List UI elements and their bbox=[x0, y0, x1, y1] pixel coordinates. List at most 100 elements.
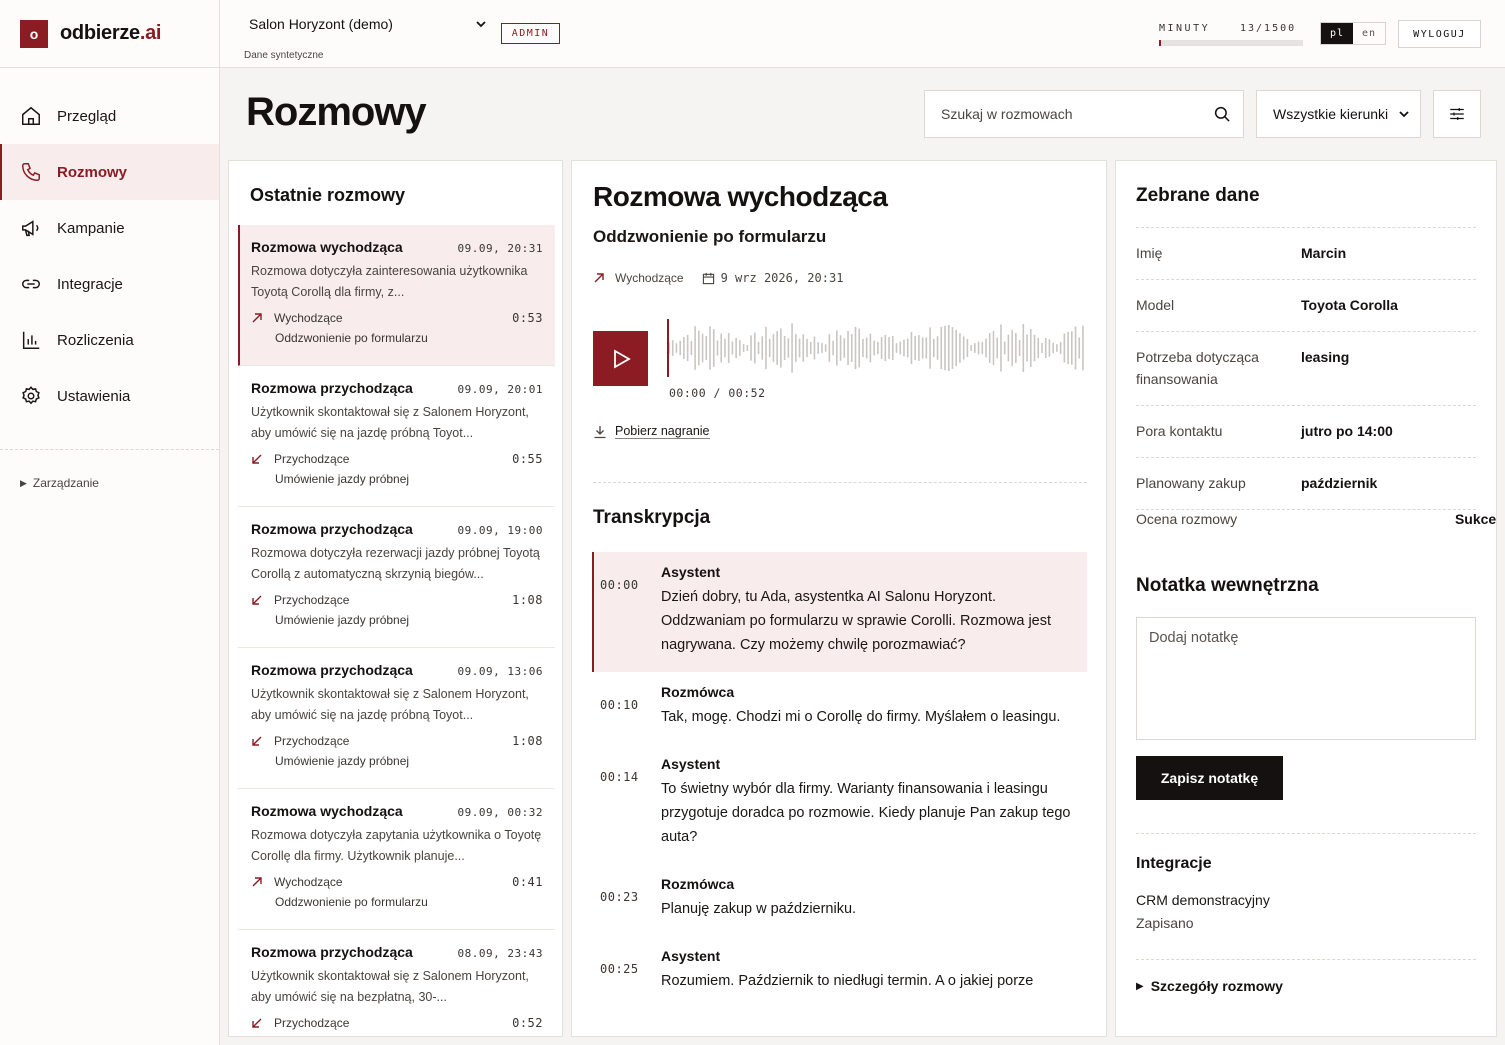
save-note-button[interactable]: Zapisz notatkę bbox=[1136, 756, 1283, 800]
gear-icon bbox=[22, 386, 40, 405]
call-duration: 0:55 bbox=[512, 452, 543, 466]
language-switch: pl en bbox=[1320, 22, 1386, 45]
direction-filter-value: Wszystkie kierunki bbox=[1273, 106, 1389, 122]
direction-filter-select[interactable]: Wszystkie kierunki bbox=[1256, 90, 1421, 138]
audio-waveform[interactable] bbox=[667, 319, 1085, 377]
lang-en-button[interactable]: en bbox=[1353, 23, 1385, 44]
sidebar-item-calls[interactable]: Rozmowy bbox=[0, 144, 219, 200]
message-speaker: Asystent bbox=[661, 948, 721, 964]
incoming-arrow-icon bbox=[252, 454, 262, 464]
call-campaign: Umówienie jazdy próbnej bbox=[275, 754, 410, 768]
bar-chart-icon bbox=[22, 331, 40, 349]
megaphone-icon bbox=[22, 220, 39, 237]
transcript-message[interactable]: 00:00 Asystent Dzień dobry, tu Ada, asyst… bbox=[592, 552, 1087, 672]
lang-pl-button[interactable]: pl bbox=[1321, 23, 1353, 44]
salon-select[interactable]: Salon Horyzont (demo) bbox=[249, 16, 487, 32]
logout-button[interactable]: WYLOGUJ bbox=[1398, 20, 1481, 48]
recent-calls-panel: Ostatnie rozmowy Rozmowa wychodząca 09.09… bbox=[228, 160, 563, 1037]
field-label: Imię bbox=[1136, 245, 1163, 261]
call-duration: 0:41 bbox=[512, 875, 543, 889]
logo[interactable]: o odbierze.ai bbox=[0, 0, 219, 68]
divider bbox=[593, 482, 1087, 483]
collected-data-panel: Zebrane dane Imię Marcin Model Toyota Coro… bbox=[1115, 160, 1497, 1037]
call-detail-title: Rozmowa wychodząca bbox=[593, 181, 888, 212]
call-summary: Rozmowa dotyczyła zainteresowania użytko… bbox=[251, 264, 528, 299]
call-summary: Rozmowa dotyczyła zapytania użytkownika … bbox=[251, 828, 542, 863]
message-text: Tak, mogę. Chodzi mi o Corollę do firmy.… bbox=[661, 709, 1061, 725]
call-date: 09.09, 00:32 bbox=[457, 806, 543, 819]
data-field: Model Toyota Corolla bbox=[1136, 280, 1476, 332]
call-list-item[interactable]: Rozmowa wychodząca 09.09, 00:32 Rozmowa d… bbox=[238, 789, 555, 930]
nav: Przegląd Rozmowy Kampanie Integracje Roz… bbox=[0, 88, 219, 424]
call-title: Rozmowa przychodząca bbox=[251, 380, 413, 396]
logo-text: odbierze.ai bbox=[60, 22, 162, 44]
field-value: Toyota Corolla bbox=[1301, 297, 1398, 313]
call-list-item[interactable]: Rozmowa przychodząca 09.09, 13:06 Użytkow… bbox=[238, 648, 555, 789]
call-date: 09.09, 20:01 bbox=[457, 383, 543, 396]
message-text: Planuję zakup w październiku. bbox=[661, 901, 857, 917]
sidebar-item-management[interactable]: ▶ Zarządzanie bbox=[0, 476, 219, 490]
transcript-heading: Transkrypcja bbox=[593, 507, 711, 528]
message-text: To świetny wybór dla firmy. Warianty fin… bbox=[661, 781, 1071, 845]
call-list-item[interactable]: Rozmowa wychodząca 09.09, 20:31 Rozmowa d… bbox=[238, 225, 555, 366]
transcript-message[interactable]: 00:14 Asystent To świetny wybór dla firmy… bbox=[592, 744, 1087, 864]
calls-list: Rozmowa wychodząca 09.09, 20:31 Rozmowa d… bbox=[238, 225, 555, 1036]
chevron-down-icon bbox=[476, 21, 486, 28]
divider bbox=[1136, 959, 1476, 960]
call-duration: 1:08 bbox=[512, 593, 543, 607]
call-direction: Przychodzące bbox=[274, 1016, 350, 1030]
chevron-down-icon bbox=[1399, 111, 1409, 118]
salon-name: Salon Horyzont (demo) bbox=[249, 16, 393, 32]
sidebar-item-label: Integracje bbox=[57, 275, 123, 293]
call-campaign: Umówienie jazdy próbnej bbox=[275, 472, 410, 486]
sidebar-item-integrations[interactable]: Integracje bbox=[0, 256, 219, 312]
caret-right-icon: ▶ bbox=[20, 477, 27, 488]
sidebar-item-settings[interactable]: Ustawienia bbox=[0, 368, 219, 424]
call-duration: 0:53 bbox=[512, 311, 543, 325]
transcript-message[interactable]: 00:10 Rozmówca Tak, mogę. Chodzi mi o Cor… bbox=[592, 672, 1087, 744]
call-duration: 0:52 bbox=[512, 1016, 543, 1030]
call-list-item[interactable]: Rozmowa przychodząca 09.09, 20:01 Użytkow… bbox=[238, 366, 555, 507]
collected-data-heading: Zebrane dane bbox=[1136, 185, 1260, 206]
data-field: Imię Marcin bbox=[1136, 228, 1476, 280]
call-direction: Wychodzące bbox=[274, 311, 343, 325]
search-placeholder: Szukaj w rozmowach bbox=[941, 106, 1073, 122]
call-date: 09.09, 13:06 bbox=[457, 665, 543, 678]
call-direction: Przychodzące bbox=[274, 593, 350, 607]
management-label: Zarządzanie bbox=[32, 476, 99, 490]
logo-mark: o bbox=[20, 19, 48, 48]
sidebar-item-overview[interactable]: Przegląd bbox=[0, 88, 219, 144]
call-title: Rozmowa przychodząca bbox=[251, 521, 413, 537]
message-speaker: Rozmówca bbox=[661, 876, 735, 892]
incoming-arrow-icon bbox=[252, 595, 262, 605]
call-duration: 1:08 bbox=[512, 734, 543, 748]
note-textarea[interactable]: Dodaj notatkę bbox=[1136, 617, 1476, 740]
sidebar-item-billing[interactable]: Rozliczenia bbox=[0, 312, 219, 368]
internal-note-heading: Notatka wewnętrzna bbox=[1136, 575, 1319, 596]
sidebar-item-campaigns[interactable]: Kampanie bbox=[0, 200, 219, 256]
crm-name: CRM demonstracyjny bbox=[1136, 892, 1270, 908]
call-summary: Użytkownik skontaktował się z Salonem Ho… bbox=[251, 969, 529, 1004]
field-label: Planowany zakup bbox=[1136, 475, 1246, 491]
link-icon bbox=[22, 279, 40, 289]
transcript-message[interactable]: 00:25 Asystent Rozumiem. Październik to n… bbox=[592, 936, 1087, 1008]
call-detail-panel: Rozmowa wychodząca Oddzwonienie po formu… bbox=[571, 160, 1107, 1037]
search-input[interactable]: Szukaj w rozmowach bbox=[924, 90, 1244, 138]
filters-button[interactable] bbox=[1433, 90, 1481, 138]
salon-subtitle: Dane syntetyczne bbox=[244, 50, 324, 61]
incoming-arrow-icon bbox=[252, 736, 262, 746]
call-list-item[interactable]: Rozmowa przychodząca 08.09, 23:43 Użytkow… bbox=[238, 930, 555, 1036]
call-details-toggle[interactable]: ▶ Szczegóły rozmowy bbox=[1136, 978, 1283, 994]
call-direction: Przychodzące bbox=[274, 452, 350, 466]
field-value: Marcin bbox=[1301, 245, 1347, 261]
play-button[interactable] bbox=[593, 331, 648, 386]
play-icon bbox=[613, 348, 631, 369]
call-direction: Przychodzące bbox=[274, 734, 350, 748]
call-list-item[interactable]: Rozmowa przychodząca 09.09, 19:00 Rozmowa… bbox=[238, 507, 555, 648]
field-value: jutro po 14:00 bbox=[1301, 423, 1393, 439]
data-field: Pora kontaktu jutro po 14:00 bbox=[1136, 406, 1476, 458]
role-badge: ADMIN bbox=[501, 23, 560, 44]
transcript-message[interactable]: 00:23 Rozmówca Planuję zakup w październi… bbox=[592, 864, 1087, 936]
download-recording-link[interactable]: Pobierz nagranie bbox=[593, 424, 710, 439]
download-label: Pobierz nagranie bbox=[615, 424, 710, 439]
